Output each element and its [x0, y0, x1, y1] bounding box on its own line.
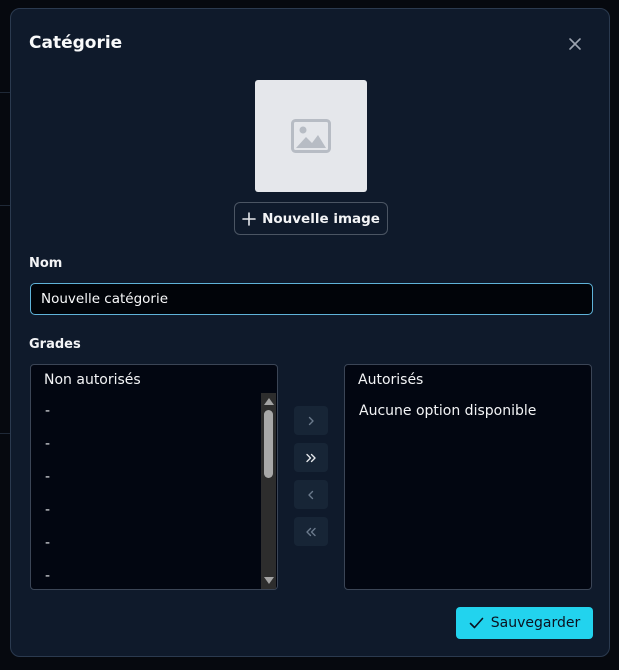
chevron-left-icon	[308, 490, 314, 499]
authorized-list-header: Autorisés	[358, 372, 424, 388]
unauthorized-list-header: Non autorisés	[44, 372, 141, 388]
grades-label: Grades	[29, 337, 81, 352]
scroll-up-arrow-icon[interactable]	[264, 398, 274, 405]
move-left-button[interactable]	[294, 480, 328, 509]
list-scrollbar[interactable]	[261, 393, 276, 589]
plus-icon	[242, 211, 256, 226]
category-image[interactable]	[255, 80, 367, 192]
save-label: Sauvegarder	[490, 615, 581, 631]
new-image-label: Nouvelle image	[262, 210, 380, 227]
list-item[interactable]: -	[45, 568, 50, 584]
save-button[interactable]: Sauvegarder	[456, 607, 593, 639]
chevron-right-icon	[308, 416, 314, 425]
double-chevron-right-icon	[306, 453, 316, 462]
move-all-right-button[interactable]	[294, 443, 328, 472]
move-right-button[interactable]	[294, 406, 328, 435]
double-chevron-left-icon	[306, 527, 316, 536]
scrollbar-thumb[interactable]	[264, 410, 273, 478]
name-label: Nom	[29, 256, 63, 271]
authorized-grades-list[interactable]: Autorisés Aucune option disponible	[344, 364, 592, 590]
move-all-left-button[interactable]	[294, 517, 328, 546]
list-item[interactable]: -	[45, 535, 50, 551]
list-item[interactable]: -	[45, 502, 50, 518]
check-icon	[469, 617, 484, 629]
name-input[interactable]	[30, 283, 593, 315]
new-image-button[interactable]: Nouvelle image	[234, 202, 388, 235]
empty-options-text: Aucune option disponible	[359, 403, 537, 419]
list-item[interactable]: -	[45, 403, 50, 419]
list-item[interactable]: -	[45, 469, 50, 485]
image-placeholder-icon	[291, 119, 331, 153]
modal-title: Catégorie	[29, 33, 123, 53]
list-item[interactable]: -	[45, 436, 50, 452]
scroll-down-arrow-icon[interactable]	[264, 577, 274, 584]
close-icon	[569, 38, 581, 50]
close-button[interactable]	[565, 34, 585, 54]
category-modal: Catégorie Nouvelle image Nom Grades Non …	[10, 8, 610, 657]
unauthorized-grades-list[interactable]: Non autorisés - - - - - -	[30, 364, 278, 590]
